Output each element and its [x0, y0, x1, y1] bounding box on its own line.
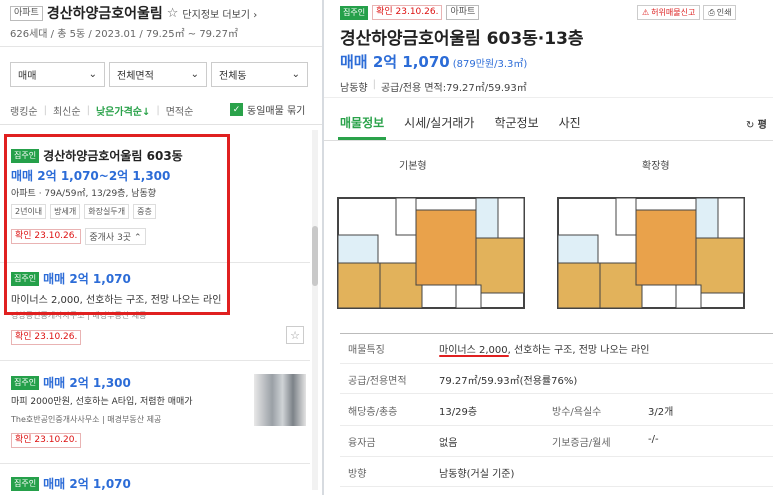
- star-icon[interactable]: ☆: [167, 6, 179, 21]
- floorplan-basic-image[interactable]: [336, 190, 526, 315]
- favorite-star-icon[interactable]: ☆: [286, 326, 304, 344]
- detail-info: 남동향 | 공급/전용 면적:79.27㎡/59.93㎡: [340, 79, 527, 94]
- listing-panel: 아파트 경산하양금호어울림 ☆ 단지정보 더보기 › 626세대 / 총 5동 …: [0, 0, 323, 495]
- sort-latest[interactable]: 최신순: [53, 103, 81, 118]
- detail-tabs: 매물정보 시세/실거래가 학군정보 사진: [337, 114, 581, 140]
- owner-badge: 집주인: [11, 476, 40, 491]
- report-button[interactable]: ⚠ 허위매물신고: [637, 5, 701, 20]
- tab-price-history[interactable]: 시세/실거래가: [404, 114, 474, 131]
- complex-summary: 626세대 / 총 5동 / 2023.01 / 79.25㎡ ~ 79.27㎡: [10, 29, 238, 40]
- building-select[interactable]: 전체동 ⌄: [211, 62, 308, 87]
- owner-badge: 집주인: [11, 375, 40, 390]
- check-icon: ✓: [230, 103, 243, 116]
- type-tag: 아파트: [446, 5, 480, 20]
- print-icon: ⎙: [708, 7, 715, 17]
- filter-bar: 매매 ⌄ 전체면적 ⌄ 전체동 ⌄: [10, 62, 308, 87]
- refresh-button[interactable]: ↻ 평: [746, 116, 767, 131]
- listing-price: 매매 2억 1,300: [43, 376, 131, 390]
- floorplan-label: 기본형: [399, 161, 427, 172]
- tab-listing-info[interactable]: 매물정보: [337, 114, 387, 140]
- listing-photo[interactable]: [254, 374, 306, 426]
- chevron-down-icon: ⌄: [88, 69, 97, 80]
- complex-name[interactable]: 경산하양금호어울림: [47, 3, 163, 23]
- sort-ranking[interactable]: 랭킹순: [10, 103, 38, 118]
- area-select[interactable]: 전체면적 ⌄: [109, 62, 207, 87]
- detail-price: 매매 2억 1,070 (879만원/3.3㎡): [340, 53, 528, 71]
- scrollbar[interactable]: [312, 130, 318, 490]
- chevron-down-icon: ⌄: [291, 69, 300, 80]
- complex-more-link[interactable]: 단지정보 더보기 ›: [182, 6, 257, 21]
- detail-actions: ⚠ 허위매물신고 ⎙ 인쇄: [637, 5, 737, 20]
- complex-type-tag: 아파트: [10, 5, 43, 21]
- complex-header: 아파트 경산하양금호어울림 ☆ 단지정보 더보기 ›: [10, 4, 257, 22]
- list-item[interactable]: 집주인 매매 2억 1,070: [0, 464, 310, 495]
- print-button[interactable]: ⎙ 인쇄: [703, 5, 737, 20]
- listing-desc: 마피 2000만원, 선호하는 A타입, 저렴한 매매가: [11, 397, 193, 407]
- listing-provider: The호반공인중개사사무소 | 매경부동산 제공: [11, 415, 162, 424]
- chevron-down-icon: ⌄: [190, 69, 199, 80]
- listing-price: 매매 2억 1,070: [43, 477, 131, 491]
- tab-photos[interactable]: 사진: [559, 114, 581, 131]
- sort-low-price[interactable]: 낮은가격순↓: [96, 103, 150, 118]
- detail-title: 경산하양금호어울림 603동·13층: [340, 29, 584, 49]
- confirm-date: 확인 23.10.26.: [372, 5, 443, 20]
- owner-badge: 집주인: [340, 5, 369, 20]
- divider: [0, 46, 323, 47]
- sort-area[interactable]: 면적순: [166, 103, 194, 118]
- floorplan-extended-image[interactable]: [556, 190, 746, 315]
- confirm-date: 확인 23.10.20.: [11, 433, 82, 448]
- detail-panel: 집주인 확인 23.10.26. 아파트 ⚠ 허위매물신고 ⎙ 인쇄 경산하양금호어…: [324, 0, 773, 495]
- sort-options: 랭킹순 | 최신순 | 낮은가격순↓ | 면적순: [10, 103, 194, 118]
- alert-icon: ⚠: [642, 8, 650, 17]
- trade-type-select[interactable]: 매매 ⌄: [10, 62, 105, 87]
- confirm-date: 확인 23.10.26.: [11, 330, 82, 345]
- floorplan-label: 확장형: [642, 161, 670, 172]
- detail-tags: 집주인 확인 23.10.26. 아파트: [340, 5, 480, 20]
- tab-school[interactable]: 학군정보: [494, 114, 538, 131]
- scrollbar-thumb[interactable]: [312, 226, 318, 286]
- highlight-box: [4, 134, 230, 315]
- same-listing-checkbox[interactable]: ✓ 동일매물 묶기: [230, 102, 305, 117]
- red-underline-mark: [439, 355, 509, 357]
